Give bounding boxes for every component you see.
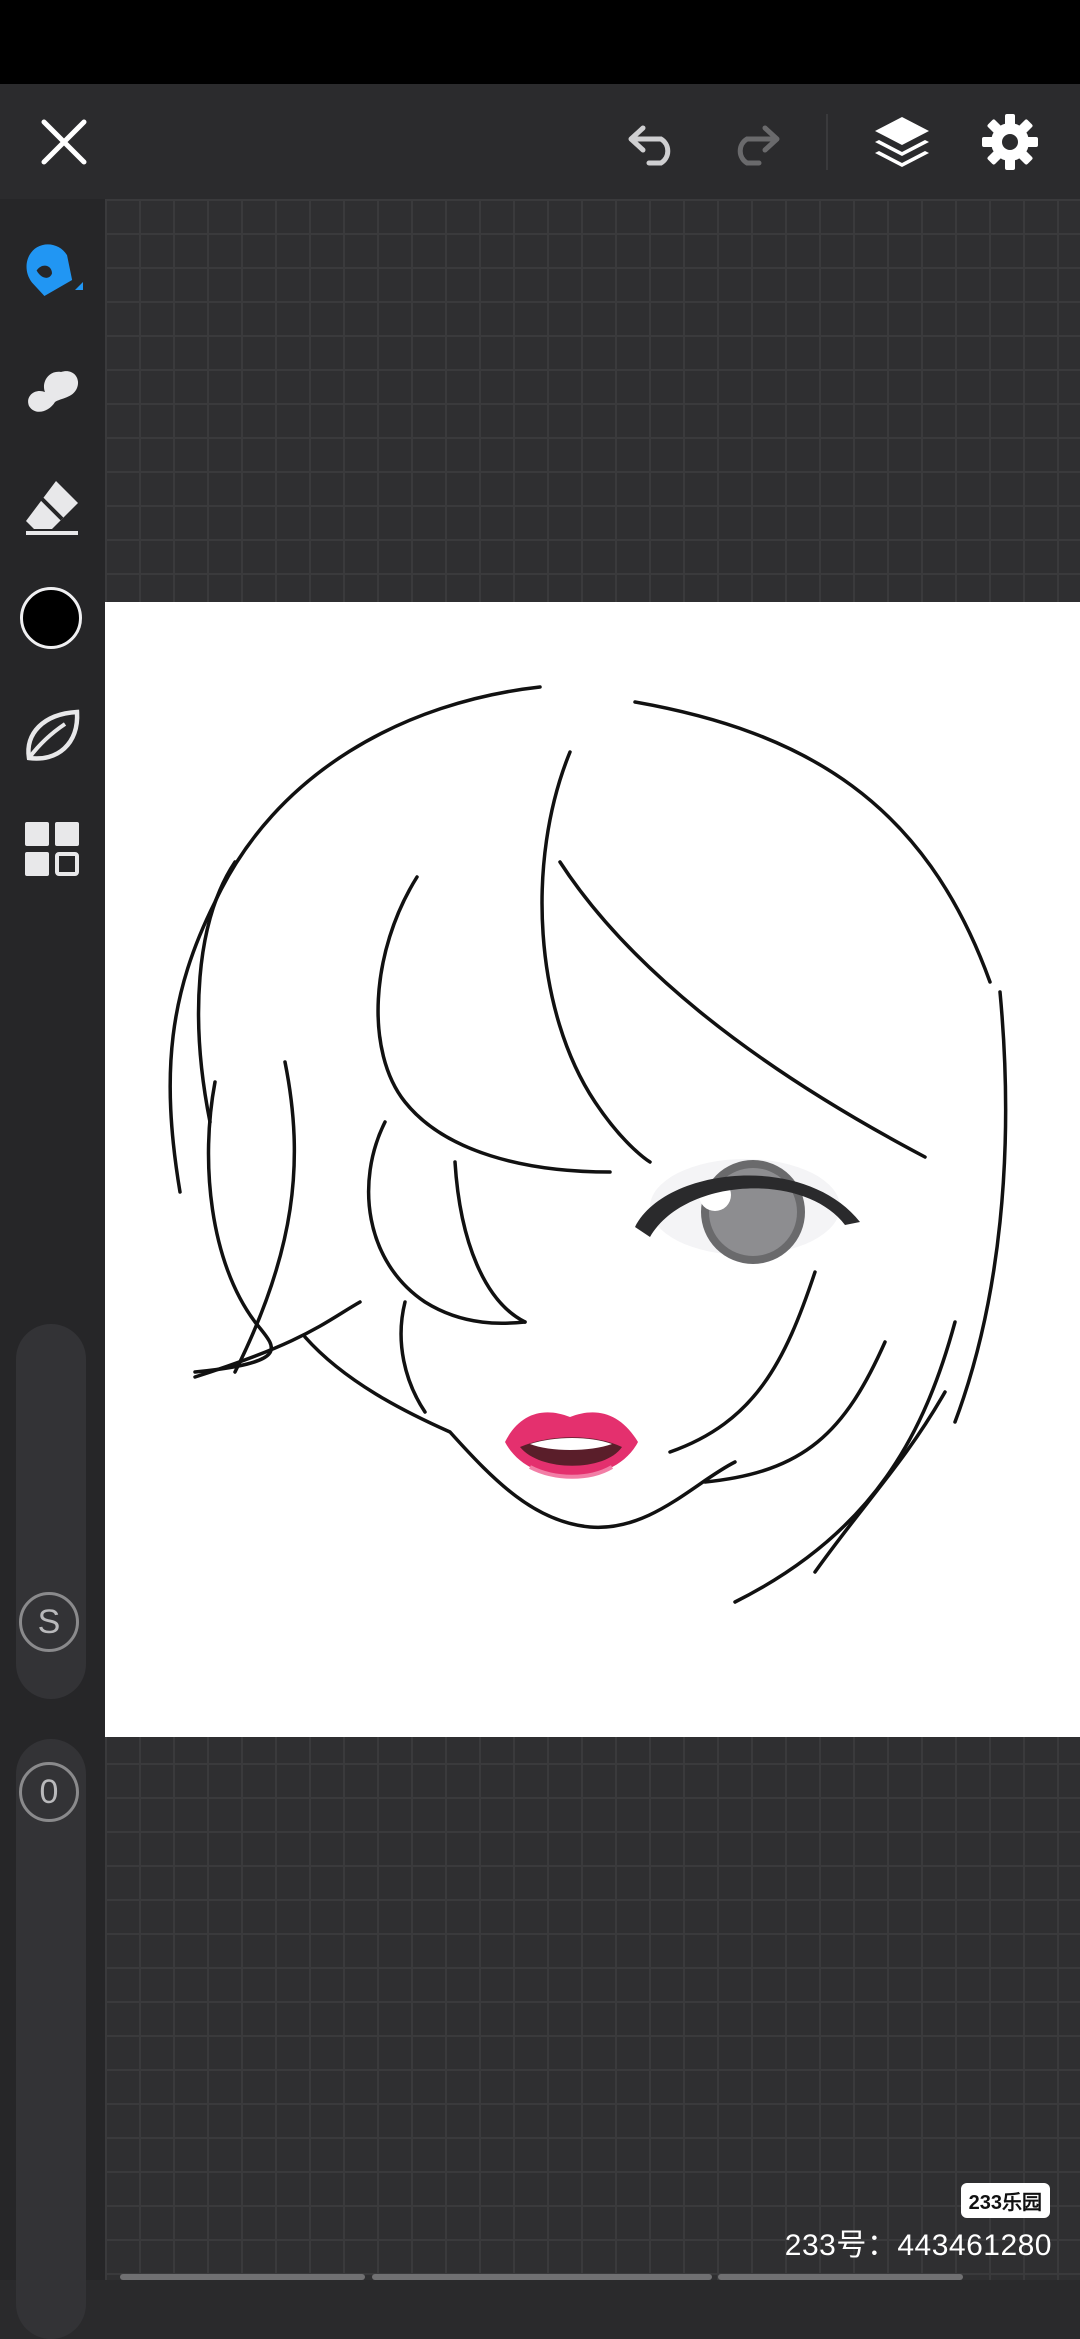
face-drawing xyxy=(168,685,1008,1604)
smudge-tool-button[interactable] xyxy=(12,349,92,429)
artboard[interactable] xyxy=(105,602,1080,1737)
hair-outline-top-right xyxy=(633,700,992,984)
bottom-handle-2 xyxy=(372,2274,712,2280)
bang-4 xyxy=(366,1120,527,1326)
opacity-slider[interactable] xyxy=(16,1739,86,2339)
pen-tool-button[interactable] xyxy=(12,231,92,311)
current-color-swatch xyxy=(20,587,82,649)
gallery-button[interactable] xyxy=(12,809,92,889)
face-left xyxy=(399,1300,427,1414)
hair-strand-right-2 xyxy=(703,1340,887,1484)
eye xyxy=(635,1159,860,1264)
bang-5 xyxy=(453,1160,527,1324)
bottom-handle-1 xyxy=(120,2274,365,2280)
bang-2 xyxy=(540,750,652,1164)
mouth xyxy=(505,1412,638,1479)
watermark-id-text: 233号：443461280 xyxy=(784,2229,1052,2262)
close-icon xyxy=(41,119,87,165)
redo-button[interactable] xyxy=(718,108,788,178)
left-tool-sidebar: S 0 xyxy=(0,199,105,2339)
hair-outline-left xyxy=(168,685,542,1194)
size-slider-label: S xyxy=(19,1592,79,1652)
undo-button[interactable] xyxy=(620,108,690,178)
hair-strand-right-4 xyxy=(813,1390,947,1574)
hair-strand-left-lower xyxy=(193,1080,273,1374)
settings-button[interactable] xyxy=(974,106,1046,178)
bottom-handle-3 xyxy=(718,2274,963,2280)
smudge-icon xyxy=(28,371,79,412)
undo-icon xyxy=(628,125,671,166)
bang-1 xyxy=(376,875,612,1174)
leaf-icon xyxy=(26,709,80,761)
color-picker-button[interactable] xyxy=(15,582,87,654)
hair-strand-left-inner xyxy=(233,1060,297,1374)
redo-icon xyxy=(737,125,780,166)
opacity-slider-label: 0 xyxy=(19,1762,79,1822)
hair-strand-left-outer xyxy=(196,860,237,1124)
hair-strand-right-3 xyxy=(668,1270,817,1454)
layers-icon xyxy=(875,117,929,167)
toolbar-divider xyxy=(826,114,828,170)
grid-icon xyxy=(25,822,79,876)
eraser-tool-button[interactable] xyxy=(12,467,92,547)
hair-strand-right-1 xyxy=(733,1320,957,1604)
eraser-icon xyxy=(26,481,78,535)
watermark-logo: 233乐园 xyxy=(960,2183,1050,2218)
layers-button[interactable] xyxy=(866,106,938,178)
hair-outline-right xyxy=(953,990,1008,1424)
gear-icon xyxy=(982,114,1038,170)
stabilizer-button[interactable] xyxy=(12,695,92,775)
status-bar xyxy=(0,0,1080,84)
close-button[interactable] xyxy=(28,106,100,178)
pen-icon xyxy=(26,244,83,297)
bang-3 xyxy=(558,860,927,1159)
top-toolbar xyxy=(0,84,1080,199)
